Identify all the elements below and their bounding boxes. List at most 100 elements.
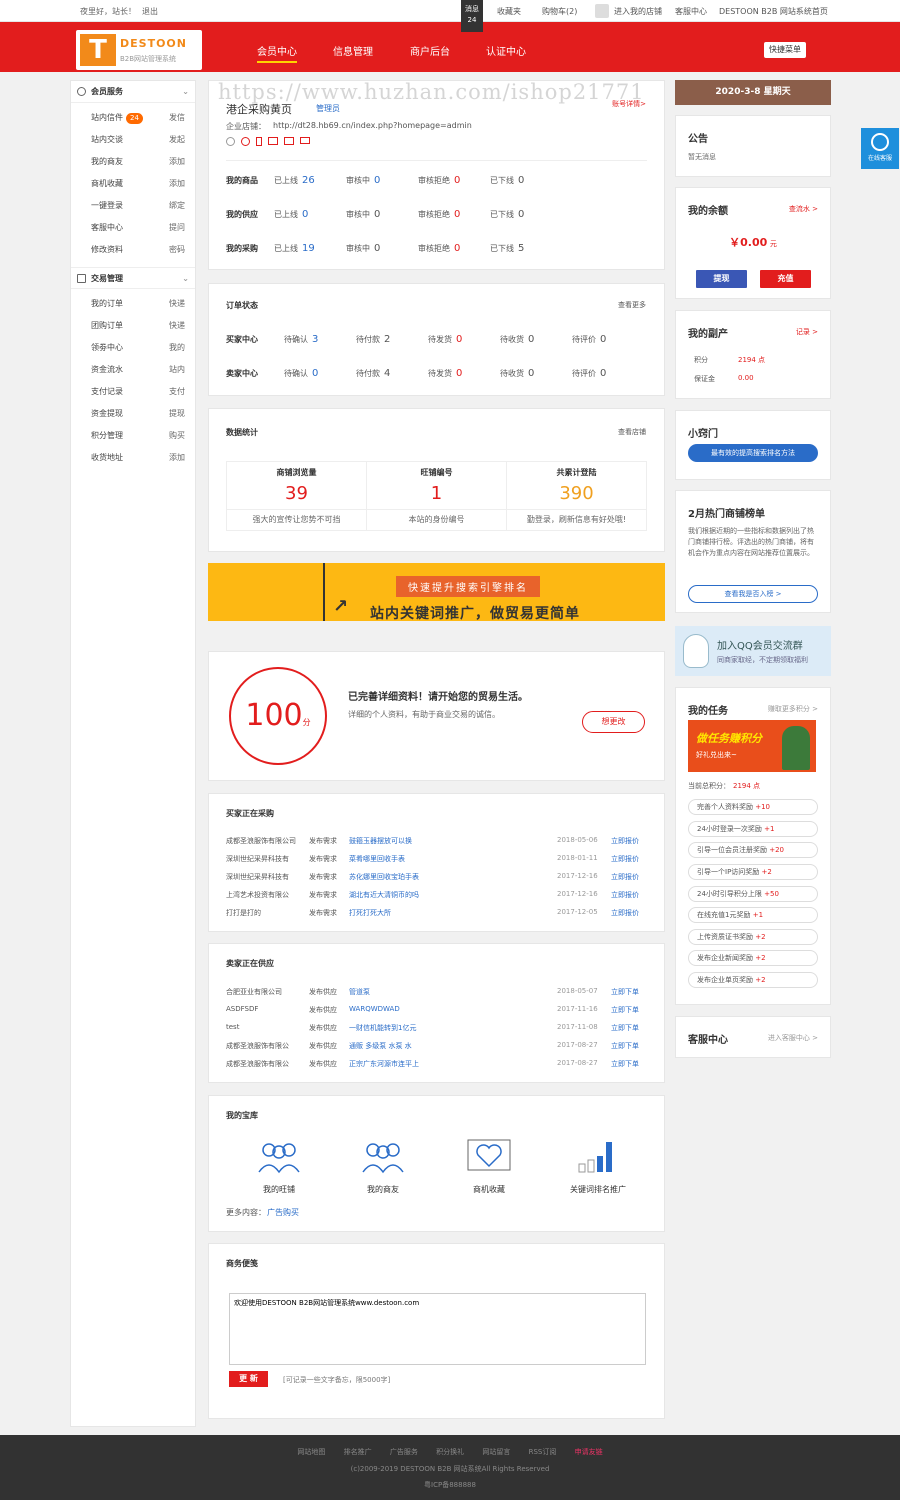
sidebar-item-action[interactable]: 添加 xyxy=(169,151,185,173)
sidebar-item-action[interactable]: 快递 xyxy=(169,315,185,337)
sidebar-item-group-orders[interactable]: 团购订单 快递 xyxy=(71,315,195,337)
order-pending-receive[interactable]: 待收货 0 xyxy=(500,334,570,345)
online-service-float[interactable]: 在线客服 xyxy=(861,128,899,169)
shop-url-link[interactable]: http://dt28.hb69.cn/index.php?homepage=a… xyxy=(273,121,472,130)
service-center-link[interactable]: 客服中心 xyxy=(675,6,707,17)
role-link[interactable]: 管理员 xyxy=(316,103,340,114)
sidebar-item-action[interactable]: 我的 xyxy=(169,337,185,359)
logout-link[interactable]: 退出 xyxy=(142,6,158,17)
sidebar-item-action[interactable]: 站内 xyxy=(169,359,185,381)
item-link[interactable]: 打死打死大所 xyxy=(349,908,391,918)
assets-record-link[interactable]: 记录 > xyxy=(796,327,818,337)
order-link[interactable]: 立即下单 xyxy=(611,987,639,997)
sidebar-item-action[interactable]: 添加 xyxy=(169,447,185,469)
sidebar-item-action[interactable]: 快递 xyxy=(169,293,185,315)
task-item[interactable]: 发布企业新闻奖励 +2 xyxy=(688,950,818,966)
sidebar-item-orders[interactable]: 我的订单 快递 xyxy=(71,293,195,315)
sidebar-item-action[interactable]: 购买 xyxy=(169,425,185,447)
recharge-button[interactable]: 充值 xyxy=(760,270,811,288)
task-item[interactable]: 24小时引导积分上限 +50 xyxy=(688,886,818,902)
order-pending-confirm[interactable]: 待确认 3 xyxy=(284,334,354,345)
ad-buy-link[interactable]: 广告购买 xyxy=(267,1207,299,1218)
sidebar-item-inbox[interactable]: 站内信件 24 发信 xyxy=(71,107,195,129)
sidebar-group-trade[interactable]: 交易管理 ⌄ xyxy=(71,267,195,289)
task-item[interactable]: 引导一个IP访问奖励 +2 xyxy=(688,864,818,880)
favorites-tile[interactable]: 商机收藏 xyxy=(459,1138,519,1195)
quote-link[interactable]: 立即报价 xyxy=(611,854,639,864)
item-link[interactable]: 正宗广东河源市连平上 xyxy=(349,1059,419,1069)
task-item[interactable]: 24小时登录一次奖励 +1 xyxy=(688,821,818,837)
my-friends-tile[interactable]: 我的商友 xyxy=(353,1138,413,1195)
check-ranking-button[interactable]: 查看我是否入榜 > xyxy=(688,585,818,603)
nav-certification[interactable]: 认证中心 xyxy=(486,43,526,58)
order-pending-review[interactable]: 待评价 0 xyxy=(572,334,642,345)
nav-info-manage[interactable]: 信息管理 xyxy=(333,43,373,58)
cs-enter-link[interactable]: 进入客服中心 > xyxy=(768,1033,818,1043)
orders-more-link[interactable]: 查看更多 xyxy=(618,300,646,310)
footer-link[interactable]: 申请友链 xyxy=(575,1448,603,1456)
sidebar-item-oauth[interactable]: 一键登录 绑定 xyxy=(71,195,195,217)
list-item[interactable]: 成都圣浪服饰有限公 发布供应 正宗广东河源市连平上 2017-08-27 立即下单 xyxy=(226,1059,651,1077)
order-pending-ship[interactable]: 待发货 0 xyxy=(428,334,498,345)
item-link[interactable]: 管道泵 xyxy=(349,987,370,997)
sidebar-item-favorites[interactable]: 商机收藏 添加 xyxy=(71,173,195,195)
order-link[interactable]: 立即下单 xyxy=(611,1059,639,1069)
task-item[interactable]: 完善个人资料奖励 +10 xyxy=(688,799,818,815)
memo-textarea[interactable]: 欢迎使用DESTOON B2B网站管理系统www.destoon.com xyxy=(229,1293,646,1365)
order-pending-pay[interactable]: 待付款 2 xyxy=(356,334,426,345)
sidebar-item-coupons[interactable]: 领劵中心 我的 xyxy=(71,337,195,359)
sidebar-item-action[interactable]: 发信 xyxy=(169,107,185,129)
item-link[interactable]: 苏化娜里回收宝珀手表 xyxy=(349,872,419,882)
sidebar-item-action[interactable]: 密码 xyxy=(169,239,185,261)
list-item[interactable]: 深圳世纪采昇科技有 发布需求 菜肴哪里回收手表 2018-01-11 立即报价 xyxy=(226,854,651,872)
nav-member-center[interactable]: 会员中心 xyxy=(257,43,297,63)
order-pending-receive[interactable]: 待收货 0 xyxy=(500,368,570,379)
stat-reviewing[interactable]: 审核中 0 xyxy=(346,175,426,186)
sidebar-item-support[interactable]: 客服中心 提问 xyxy=(71,217,195,239)
item-link[interactable]: WARQWDWAD xyxy=(349,1005,400,1013)
keyword-promo-tile[interactable]: 关键词排名推广 xyxy=(563,1138,633,1195)
task-item[interactable]: 发布企业单页奖励 +2 xyxy=(688,972,818,988)
stat-reviewing[interactable]: 审核中 0 xyxy=(346,209,426,220)
stat-online[interactable]: 已上线 0 xyxy=(274,209,354,220)
edit-profile-button[interactable]: 想更改 xyxy=(582,711,645,733)
footer-link[interactable]: 积分换礼 xyxy=(436,1448,464,1456)
sidebar-item-address[interactable]: 收货地址 添加 xyxy=(71,447,195,469)
task-item[interactable]: 引导一位会员注册奖励 +20 xyxy=(688,842,818,858)
item-link[interactable]: 通贩 多级泵 水泵 水 xyxy=(349,1041,412,1051)
footer-link[interactable]: 网站地图 xyxy=(297,1448,325,1456)
sidebar-item-action[interactable]: 发起 xyxy=(169,129,185,151)
sidebar-item-action[interactable]: 提现 xyxy=(169,403,185,425)
sidebar-item-action[interactable]: 添加 xyxy=(169,173,185,195)
quote-link[interactable]: 立即报价 xyxy=(611,872,639,882)
quote-link[interactable]: 立即报价 xyxy=(611,908,639,918)
task-item[interactable]: 上传资质证书奖励 +2 xyxy=(688,929,818,945)
balance-history-link[interactable]: 查流水 > xyxy=(789,204,818,214)
sidebar-item-cashflow[interactable]: 资金流水 站内 xyxy=(71,359,195,381)
list-item[interactable]: 上湾艺术投资有限公 发布需求 湖北有近大清铜币的吗 2017-12-16 立即报价 xyxy=(226,890,651,908)
sidebar-item-withdraw[interactable]: 资金提现 提现 xyxy=(71,403,195,425)
nav-merchant-backend[interactable]: 商户后台 xyxy=(410,43,450,58)
stat-offline[interactable]: 已下线 0 xyxy=(490,175,570,186)
order-link[interactable]: 立即下单 xyxy=(611,1041,639,1051)
order-pending-ship[interactable]: 待发货 0 xyxy=(428,368,498,379)
footer-link[interactable]: 排名推广 xyxy=(344,1448,372,1456)
quote-link[interactable]: 立即报价 xyxy=(611,890,639,900)
sidebar-item-friends[interactable]: 我的商友 添加 xyxy=(71,151,195,173)
update-memo-button[interactable]: 更 新 xyxy=(229,1371,268,1387)
favorites-link[interactable]: 收藏夹 xyxy=(497,6,521,17)
order-pending-pay[interactable]: 待付款 4 xyxy=(356,368,426,379)
qq-group-banner[interactable]: 加入QQ会员交流群 同商家取经，不定期领取福利 xyxy=(675,626,831,676)
stat-offline[interactable]: 已下线 5 xyxy=(490,243,570,254)
site-logo[interactable]: T DESTOON B2B网站管理系统 xyxy=(76,30,202,70)
stat-rejected[interactable]: 审核拒绝 0 xyxy=(418,175,498,186)
list-item[interactable]: test 发布供应 一财信机能转到1亿元 2017-11-08 立即下单 xyxy=(226,1023,651,1041)
stat-rejected[interactable]: 审核拒绝 0 xyxy=(418,243,498,254)
tips-button[interactable]: 最有效的提高搜索排名方法 xyxy=(688,444,818,462)
earn-points-link[interactable]: 赚取更多积分 > xyxy=(768,704,818,714)
stat-reviewing[interactable]: 审核中 0 xyxy=(346,243,426,254)
stat-rejected[interactable]: 审核拒绝 0 xyxy=(418,209,498,220)
item-link[interactable]: 鼓箍玉器摆放可以换 xyxy=(349,836,412,846)
order-pending-review[interactable]: 待评价 0 xyxy=(572,368,642,379)
footer-link[interactable]: RSS订阅 xyxy=(529,1448,557,1456)
